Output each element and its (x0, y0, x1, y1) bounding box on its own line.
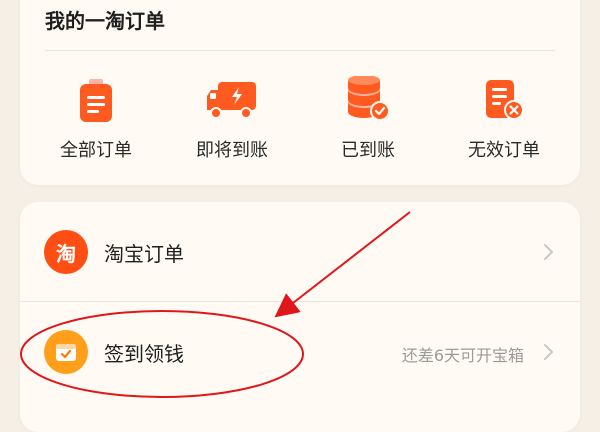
invalid-orders-button[interactable]: 无效订单 (444, 72, 564, 164)
chevron-right-icon (544, 344, 553, 360)
document-cancel-icon (476, 72, 532, 128)
all-orders-label: 全部订单 (60, 140, 132, 161)
credited-button[interactable]: 已到账 (308, 72, 428, 164)
divider (45, 50, 555, 51)
invalid-orders-label: 无效订单 (468, 140, 540, 161)
all-orders-button[interactable]: 全部订单 (36, 72, 156, 164)
shortcut-list-card: 淘 淘宝订单 签到领钱 还差6天可开宝箱 (20, 202, 580, 432)
my-orders-card: 我的一淘订单 全部订单 即将到账 已到账 无效订单 (20, 0, 580, 185)
treasure-chest-hint: 还差6天可开宝箱 (401, 346, 524, 365)
pending-credit-button[interactable]: 即将到账 (172, 72, 292, 164)
taobao-orders-label: 淘宝订单 (104, 242, 184, 266)
taobao-icon: 淘 (44, 230, 88, 274)
coins-check-icon (340, 72, 396, 128)
taobao-orders-row[interactable]: 淘 淘宝订单 (20, 202, 580, 302)
credited-label: 已到账 (341, 140, 395, 161)
pending-credit-label: 即将到账 (196, 140, 268, 161)
clipboard-icon (68, 72, 124, 128)
check-in-row[interactable]: 签到领钱 还差6天可开宝箱 (20, 302, 580, 402)
truck-icon (204, 72, 260, 128)
orders-title: 我的一淘订单 (45, 9, 165, 33)
chevron-right-icon (544, 244, 553, 260)
calendar-check-icon (44, 330, 88, 374)
taobao-icon-glyph: 淘 (56, 241, 76, 266)
check-in-label: 签到领钱 (104, 342, 184, 366)
